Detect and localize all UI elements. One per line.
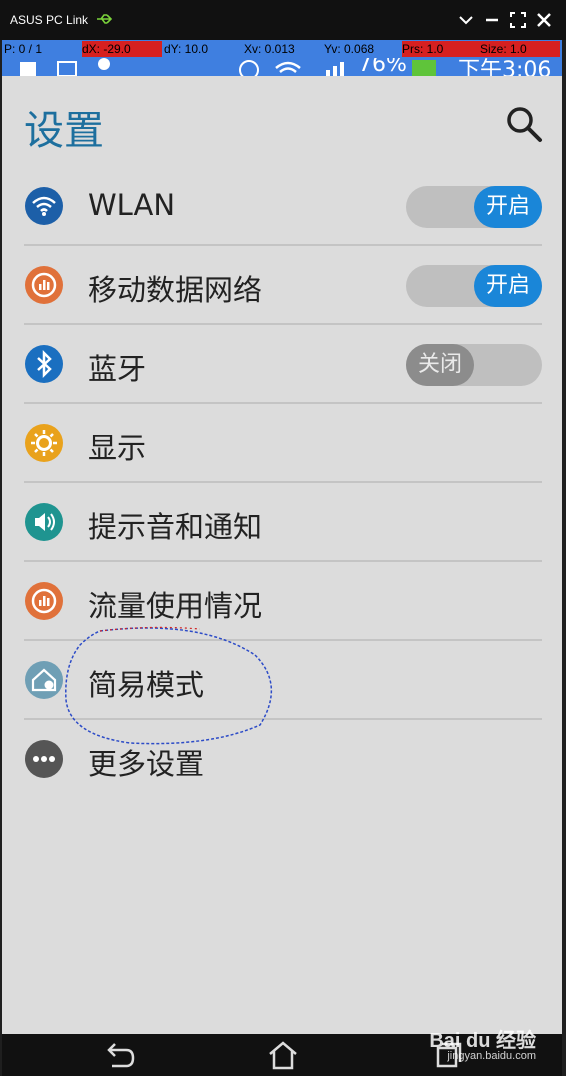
settings-item-sound[interactable]: 提示音和通知: [24, 482, 542, 561]
wifi-icon: [25, 187, 63, 225]
debug-dy: dY: 10.0: [164, 42, 209, 56]
debug-xv: Xv: 0.013: [244, 42, 295, 56]
debug-pointer: P: 0 / 1: [4, 42, 43, 56]
annotation-ellipse: [65, 626, 272, 745]
clock: 下午3:06: [458, 58, 552, 76]
debug-dx: dX: -29.0: [82, 41, 162, 57]
home-icon[interactable]: [266, 1040, 300, 1070]
bluetooth-toggle[interactable]: 关闭: [406, 344, 542, 386]
wifi-signal-icon: [275, 61, 301, 73]
data-icon: [25, 266, 63, 304]
brightness-icon: [25, 424, 63, 462]
more-icon: [25, 740, 63, 778]
fullscreen-icon[interactable]: [508, 10, 528, 30]
location-pin-icon: [98, 58, 110, 70]
debug-size: Size: 1.0: [480, 41, 560, 57]
page-title: 设置: [24, 108, 104, 154]
settings-item-wlan[interactable]: WLAN 开启: [24, 166, 542, 245]
bluetooth-icon: [25, 345, 63, 383]
settings-item-label: WLAN: [88, 188, 176, 222]
status-bar: 76% 下午3:06: [2, 58, 562, 76]
back-icon[interactable]: [102, 1040, 136, 1070]
debug-prs: Prs: 1.0: [402, 41, 480, 57]
alarm-icon: [239, 60, 259, 76]
settings-item-display[interactable]: 显示: [24, 403, 542, 482]
wlan-toggle[interactable]: 开启: [406, 186, 542, 228]
watermark-url: jingyan.baidu.com: [447, 1050, 536, 1062]
usb-icon: [97, 14, 113, 24]
toggle-knob: 开启: [474, 265, 542, 307]
cell-signal-icon: [326, 62, 344, 76]
data-usage-icon: [25, 582, 63, 620]
close-icon[interactable]: [534, 10, 554, 30]
toggle-knob: 关闭: [406, 344, 474, 386]
debug-yv: Yv: 0.068: [324, 42, 375, 56]
sound-icon: [25, 503, 63, 541]
screenshot-icon: [20, 62, 36, 76]
settings-item-label: 提示音和通知: [88, 510, 263, 544]
window-title: ASUS PC Link: [10, 13, 89, 27]
easy-mode-icon: [25, 661, 63, 699]
settings-item-bluetooth[interactable]: 蓝牙 关闭: [24, 324, 542, 403]
toggle-knob: 开启: [474, 186, 542, 228]
battery-charging-icon: [412, 60, 436, 76]
settings-item-label: 蓝牙: [88, 352, 147, 386]
settings-item-label: 显示: [88, 431, 147, 465]
settings-item-label: 流量使用情况: [88, 589, 263, 623]
minimize-chevron-icon[interactable]: [456, 10, 476, 30]
search-icon[interactable]: [504, 104, 544, 144]
window-titlebar: ASUS PC Link: [0, 0, 566, 40]
mobile-data-toggle[interactable]: 开启: [406, 265, 542, 307]
minimize-icon[interactable]: [482, 10, 502, 30]
pointer-debug-overlay: P: 0 / 1 dX: -29.0 dY: 10.0 Xv: 0.013 Yv…: [2, 40, 562, 58]
settings-item-mobile-data[interactable]: 移动数据网络 开启: [24, 245, 542, 324]
settings-item-label: 移动数据网络: [88, 273, 263, 307]
watermark-brand: Bai du 经验: [429, 1030, 536, 1052]
settings-screen: 设置 WLAN 开启 移动数据网络 开启 蓝牙 关闭 显示 提示音和通知 流量使…: [2, 76, 562, 1034]
battery-percent: 76%: [358, 58, 407, 76]
gallery-icon: [57, 61, 77, 76]
